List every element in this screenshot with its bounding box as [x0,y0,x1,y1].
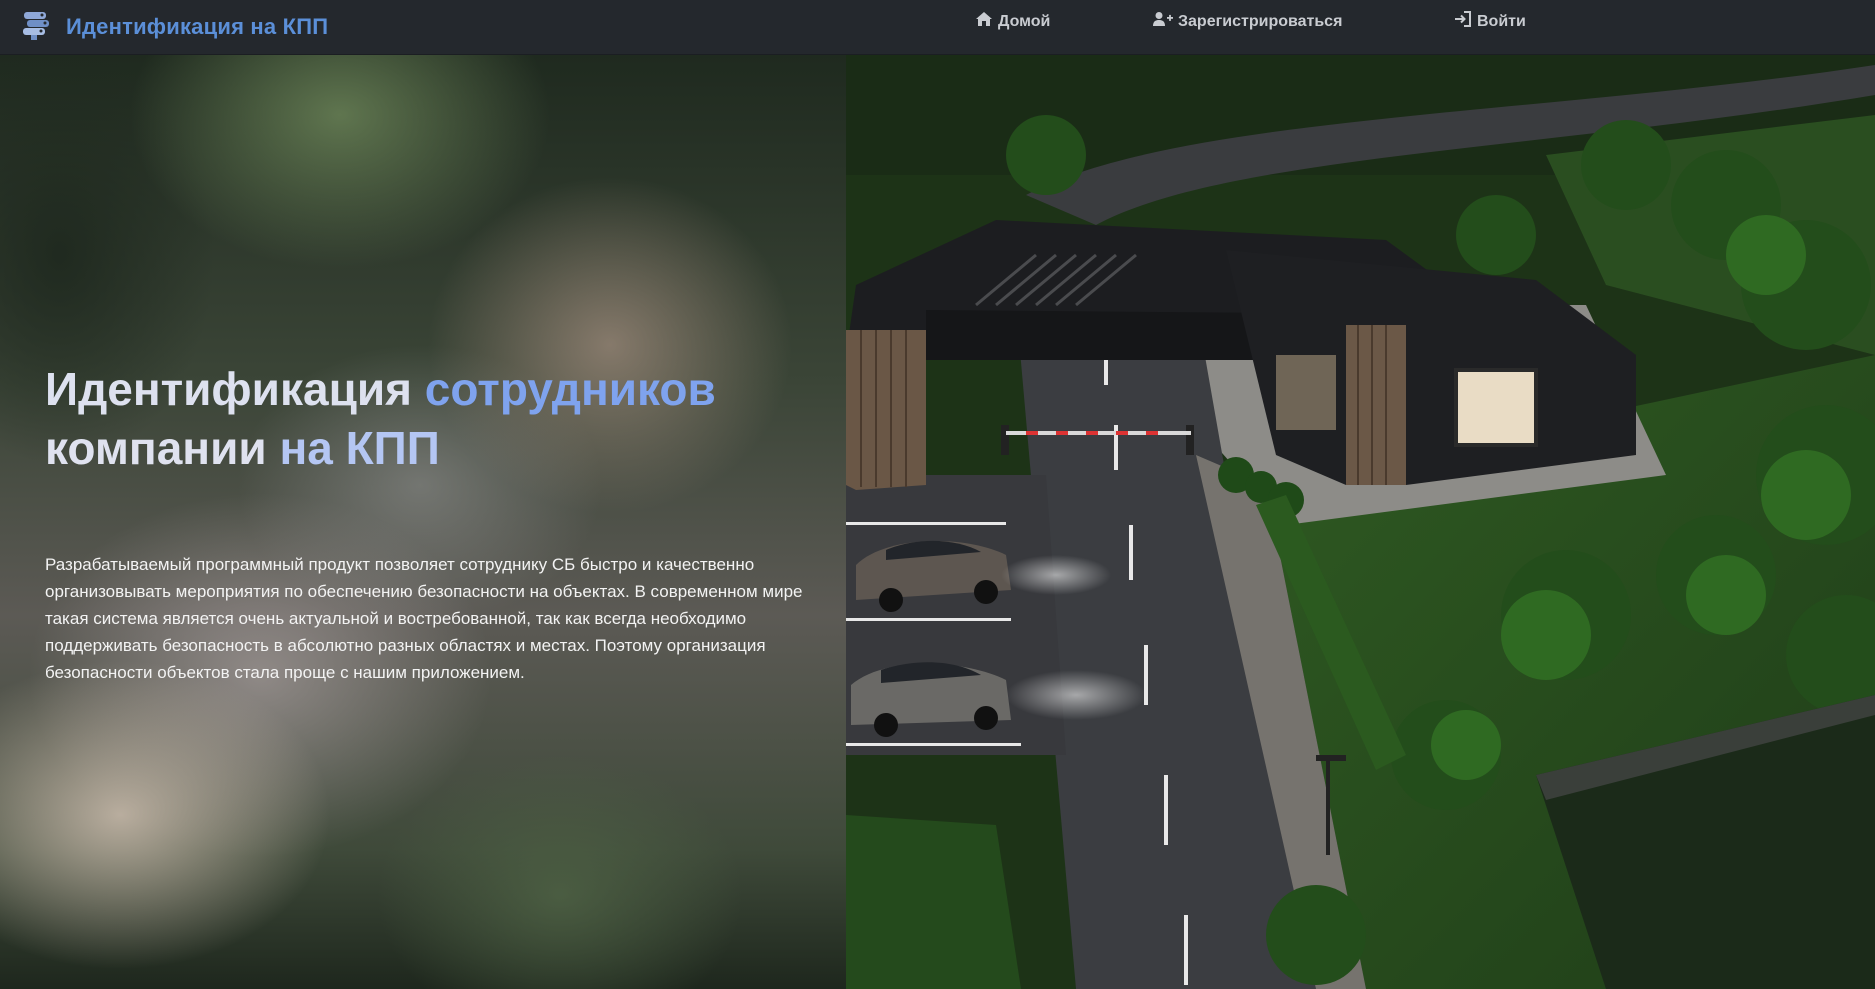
hero-title-part3: компании [45,422,280,474]
nav-login-link[interactable]: Войти [1454,11,1526,32]
nav-login-label: Войти [1477,12,1526,30]
hero-section: Идентификация сотрудников компании на КП… [0,55,846,989]
nav-register-link[interactable]: Зарегистрироваться [1153,11,1342,32]
sign-in-icon [1454,11,1477,32]
nav-home-label: Домой [998,12,1051,30]
checkpoint-render-image [846,55,1875,989]
hero-title-part1: Идентификация [45,363,425,415]
hero-title: Идентификация сотрудников компании на КП… [45,360,825,478]
nav-home-link[interactable]: Домой [975,11,1050,32]
user-plus-icon [1153,11,1178,32]
logo-icon [20,8,66,47]
brand[interactable]: Идентификация на КПП [20,6,328,48]
hero-description: Разрабатываемый программный продукт позв… [45,555,803,682]
hero-title-part4: на КПП [279,422,440,474]
navbar: Идентификация на КПП Домой Зарегистриров… [0,0,1875,55]
brand-title: Идентификация на КПП [66,14,329,39]
home-icon [975,11,998,32]
hero-title-part2: сотрудников [424,363,716,415]
nav-register-label: Зарегистрироваться [1178,12,1343,30]
